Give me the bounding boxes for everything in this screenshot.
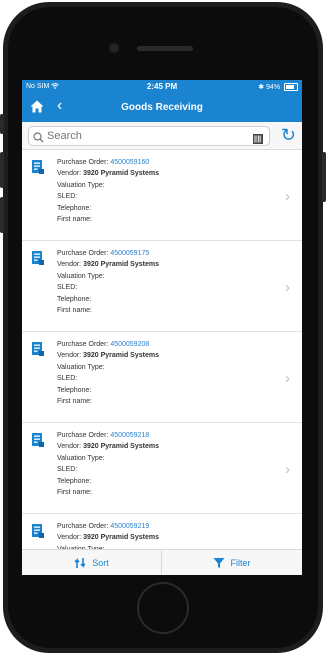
purchase-order-number: 4500059160 xyxy=(110,159,150,166)
volume-down-button xyxy=(0,197,4,233)
document-icon xyxy=(32,524,44,543)
search-placeholder: Search xyxy=(47,130,82,142)
telephone-label: Telephone: xyxy=(57,386,92,394)
filter-icon xyxy=(213,558,224,568)
purchase-order-label: Purchase Order: xyxy=(57,159,109,166)
sled-label: SLED: xyxy=(57,466,78,474)
speaker-grille xyxy=(137,46,193,51)
volume-up-button xyxy=(0,152,4,188)
vendor-line: Vendor: 3920 Pyramid Systems xyxy=(57,168,159,179)
purchase-order-line: Purchase Order: 4500059175 xyxy=(57,248,159,259)
app-screen: No SIM 2:45 PM ✱ 94% ‹ Goods Receiving S… xyxy=(22,80,302,575)
purchase-order-line: Purchase Order: 4500059218 xyxy=(57,430,159,441)
telephone-label: Telephone: xyxy=(57,295,92,303)
valuation-type-label: Valuation Type: xyxy=(57,272,105,280)
first-name-label: First name: xyxy=(57,489,93,497)
sled-label: SLED: xyxy=(57,284,78,292)
sort-icon xyxy=(74,558,86,568)
purchase-order-label: Purchase Order: xyxy=(57,523,109,530)
search-icon xyxy=(33,130,44,148)
search-input[interactable]: Search xyxy=(28,126,270,146)
mute-switch xyxy=(0,114,4,134)
purchase-order-number: 4500059175 xyxy=(110,250,150,257)
filter-button[interactable]: Filter xyxy=(162,550,301,575)
vendor-name: 3920 Pyramid Systems xyxy=(83,170,159,178)
sled-label: SLED: xyxy=(57,193,78,201)
purchase-order-line: Purchase Order: 4500059160 xyxy=(57,157,159,168)
power-button xyxy=(322,152,326,202)
list-item[interactable]: Purchase Order: 4500059175 Vendor: 3920 … xyxy=(22,241,302,332)
first-name-label: First name: xyxy=(57,216,93,224)
bottom-toolbar: Sort Filter xyxy=(22,549,302,575)
vendor-label: Vendor: xyxy=(57,261,82,269)
list-item[interactable]: Purchase Order: 4500059218 Vendor: 3920 … xyxy=(22,423,302,514)
sort-label: Sort xyxy=(92,558,109,568)
vendor-line: Vendor: 3920 Pyramid Systems xyxy=(57,532,159,543)
purchase-order-line: Purchase Order: 4500059208 xyxy=(57,339,159,350)
vendor-line: Vendor: 3920 Pyramid Systems xyxy=(57,350,159,361)
chevron-right-icon: › xyxy=(285,279,290,296)
list-item[interactable]: Purchase Order: 4500059219 Vendor: 3920 … xyxy=(22,514,302,549)
telephone-label: Telephone: xyxy=(57,204,92,212)
list-item[interactable]: Purchase Order: 4500059208 Vendor: 3920 … xyxy=(22,332,302,423)
vendor-name: 3920 Pyramid Systems xyxy=(83,443,159,451)
vendor-label: Vendor: xyxy=(57,352,82,360)
page-title: Goods Receiving xyxy=(121,102,203,113)
telephone-label: Telephone: xyxy=(57,477,92,485)
vendor-name: 3920 Pyramid Systems xyxy=(83,534,159,542)
purchase-order-label: Purchase Order: xyxy=(57,432,109,439)
status-bar: No SIM 2:45 PM ✱ 94% xyxy=(22,80,302,94)
refresh-icon[interactable]: ↻ xyxy=(281,125,296,145)
first-name-label: First name: xyxy=(57,307,93,315)
document-icon xyxy=(32,433,44,452)
chevron-right-icon: › xyxy=(285,370,290,387)
first-name-label: First name: xyxy=(57,398,93,406)
chevron-right-icon: › xyxy=(285,188,290,205)
filter-label: Filter xyxy=(230,558,251,568)
bluetooth-icon: ✱ xyxy=(258,84,265,91)
vendor-name: 3920 Pyramid Systems xyxy=(83,261,159,269)
valuation-type-label: Valuation Type: xyxy=(57,181,105,189)
document-icon xyxy=(32,160,44,179)
vendor-name: 3920 Pyramid Systems xyxy=(83,352,159,360)
vendor-label: Vendor: xyxy=(57,170,82,178)
battery-percent: 94% xyxy=(266,84,281,91)
purchase-order-label: Purchase Order: xyxy=(57,341,109,348)
search-bar: Search ↻ xyxy=(22,122,302,150)
nav-bar: ‹ Goods Receiving xyxy=(22,94,302,122)
barcode-scan-icon[interactable] xyxy=(253,131,263,149)
document-icon xyxy=(32,251,44,270)
valuation-type-label: Valuation Type: xyxy=(57,363,105,371)
purchase-order-number: 4500059218 xyxy=(110,432,150,439)
chevron-right-icon: › xyxy=(285,461,290,478)
sort-button[interactable]: Sort xyxy=(22,550,162,575)
purchase-order-number: 4500059208 xyxy=(110,341,150,348)
vendor-label: Vendor: xyxy=(57,534,82,542)
battery-icon xyxy=(284,83,298,92)
front-camera xyxy=(109,43,119,53)
list-item[interactable]: Purchase Order: 4500059160 Vendor: 3920 … xyxy=(22,150,302,241)
vendor-label: Vendor: xyxy=(57,443,82,451)
purchase-order-label: Purchase Order: xyxy=(57,250,109,257)
vendor-line: Vendor: 3920 Pyramid Systems xyxy=(57,259,159,270)
vendor-line: Vendor: 3920 Pyramid Systems xyxy=(57,441,159,452)
home-button[interactable] xyxy=(137,582,189,634)
valuation-type-label: Valuation Type: xyxy=(57,454,105,462)
purchase-order-line: Purchase Order: 4500059219 xyxy=(57,521,159,532)
sled-label: SLED: xyxy=(57,375,78,383)
purchase-order-list: Purchase Order: 4500059160 Vendor: 3920 … xyxy=(22,150,302,549)
document-icon xyxy=(32,342,44,361)
purchase-order-number: 4500059219 xyxy=(110,523,150,530)
